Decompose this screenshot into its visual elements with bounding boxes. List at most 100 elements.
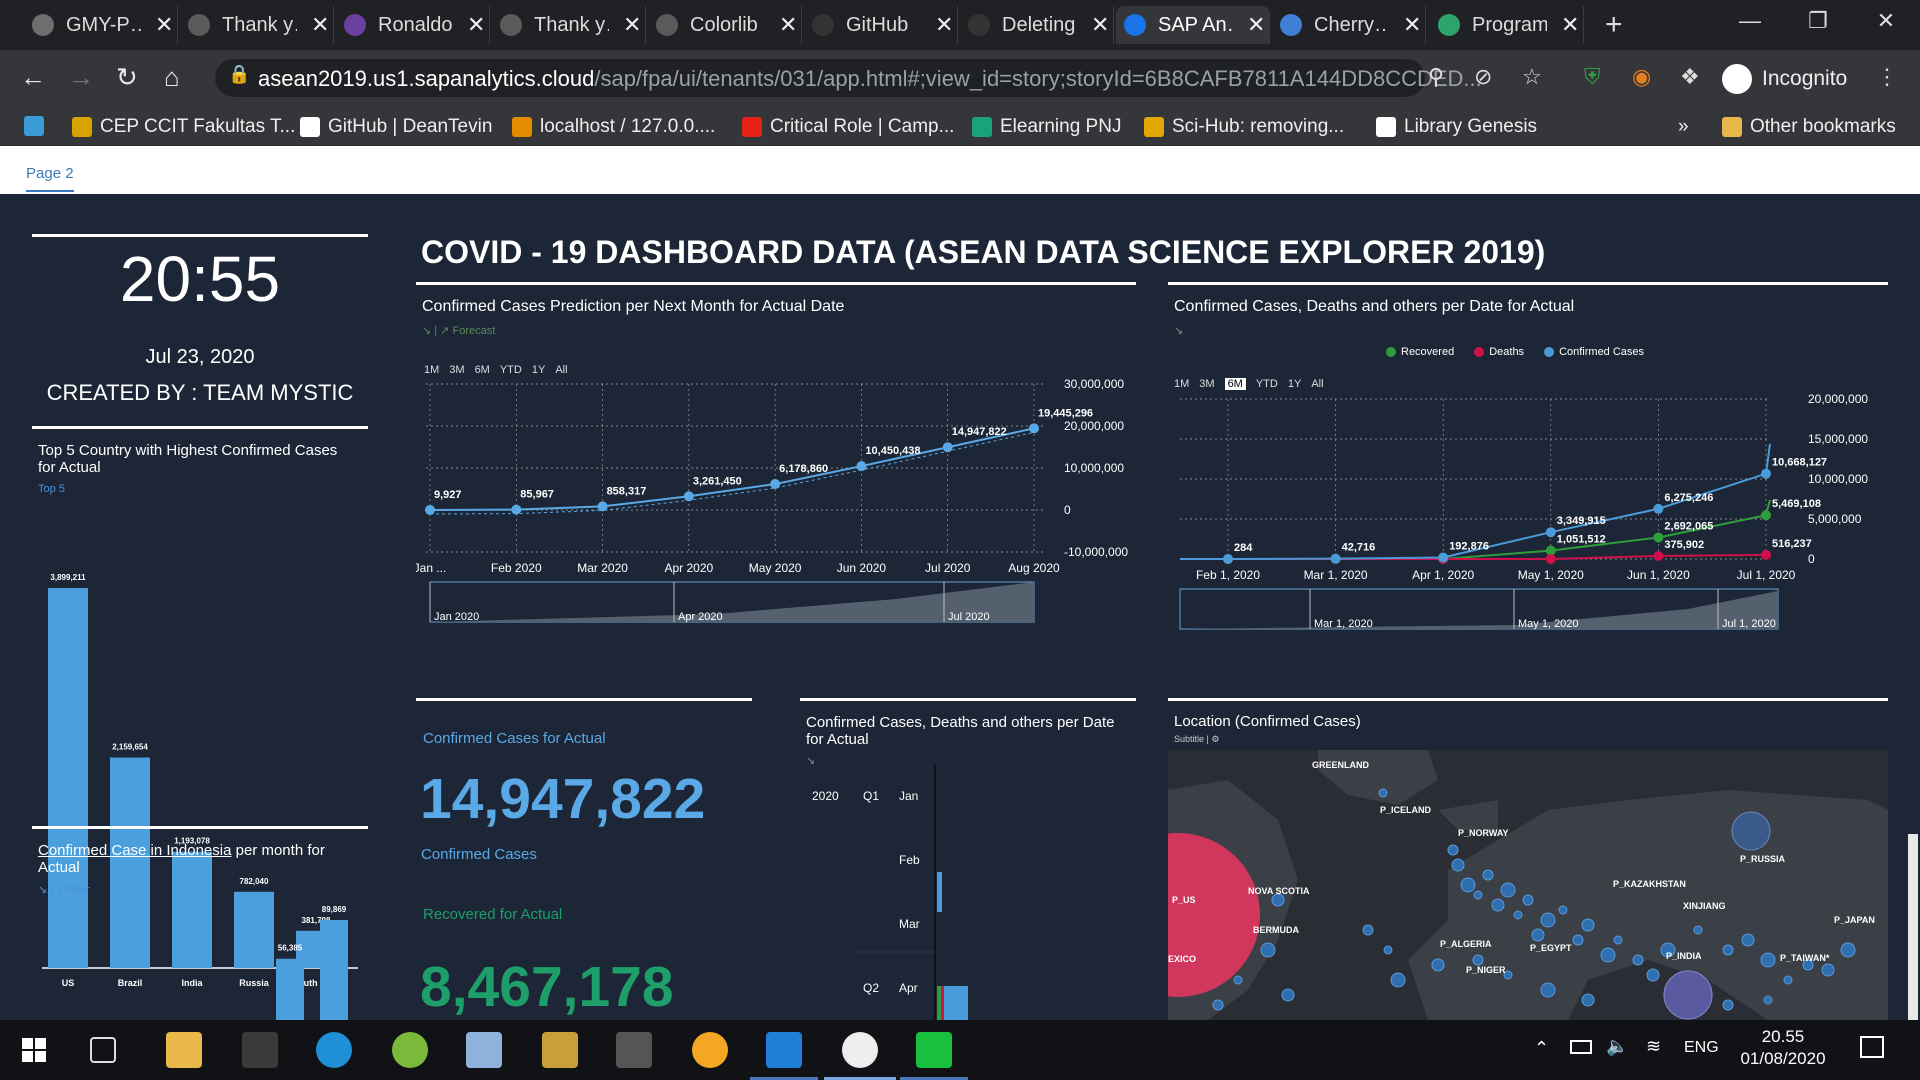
chrome-incognito-icon[interactable] xyxy=(842,1032,878,1068)
browser-tab[interactable]: GMY-P… ✕ xyxy=(24,6,178,44)
restore-button[interactable]: ❐ xyxy=(1788,8,1848,34)
start-icon[interactable] xyxy=(22,1038,46,1062)
app-icon[interactable] xyxy=(242,1032,278,1068)
reload-icon[interactable]: ↻ xyxy=(116,62,138,93)
browser-tab[interactable]: Thank y… ✕ xyxy=(180,6,334,44)
browser-tab[interactable]: Thank y… ✕ xyxy=(492,6,646,44)
bootcamp-icon[interactable] xyxy=(616,1032,652,1068)
small-cdo-title: Confirmed Cases, Deaths and others per D… xyxy=(806,714,1115,748)
tab-close-icon[interactable]: ✕ xyxy=(467,12,485,38)
close-window-button[interactable]: ✕ xyxy=(1856,8,1916,34)
bookmark-item[interactable]: CEP CCIT Fakultas T... xyxy=(72,116,295,138)
tab-favicon-icon xyxy=(1280,14,1302,36)
back-icon[interactable]: ← xyxy=(20,62,46,93)
notification-icon[interactable] xyxy=(1860,1036,1884,1058)
browser-tab[interactable]: Program… ✕ xyxy=(1430,6,1584,44)
edge-icon[interactable] xyxy=(316,1032,352,1068)
other-bookmarks[interactable]: Other bookmarks xyxy=(1722,116,1896,138)
menu-icon[interactable]: ⋮ xyxy=(1876,64,1898,90)
bookmark-icon xyxy=(72,117,92,137)
forward-icon[interactable]: → xyxy=(68,62,94,93)
incognito-indicator[interactable]: Incognito xyxy=(1722,64,1847,94)
tab-close-icon[interactable]: ✕ xyxy=(623,12,641,38)
vscode-icon[interactable] xyxy=(766,1032,802,1068)
lock-icon[interactable]: 🔒 xyxy=(228,64,250,85)
bookmark-label: Library Genesis xyxy=(1404,116,1538,137)
browser-tab[interactable]: GitHub ✕ xyxy=(804,6,958,44)
sims-icon[interactable] xyxy=(392,1032,428,1068)
location-bubble xyxy=(1581,993,1595,1007)
map-label: P_NIGER xyxy=(1466,965,1506,975)
tab-close-icon[interactable]: ✕ xyxy=(155,12,173,38)
battery-icon[interactable] xyxy=(1570,1040,1592,1054)
tab-close-icon[interactable]: ✕ xyxy=(1091,12,1109,38)
location-bubble xyxy=(1460,877,1476,893)
scrollbar-thumb[interactable] xyxy=(1908,834,1918,1020)
y-tick-label: 20,000,000 xyxy=(1064,419,1124,433)
extension-icon[interactable]: ◉ xyxy=(1632,64,1651,90)
tab-close-icon[interactable]: ✕ xyxy=(1403,12,1421,38)
windows-taskbar: ⌃ 🔈 ≋ ENG 20.55 01/08/2020 xyxy=(0,1020,1920,1080)
home-icon[interactable]: ⌂ xyxy=(164,62,180,93)
location-bubble xyxy=(1513,910,1523,920)
browser-tab[interactable]: Cherry… ✕ xyxy=(1272,6,1426,44)
forecast-link[interactable]: ↘ | ↗ Forecast xyxy=(422,324,495,337)
tools-icon[interactable] xyxy=(542,1032,578,1068)
tab-close-icon[interactable]: ✕ xyxy=(935,12,953,38)
taskbar-clock[interactable]: 20.55 01/08/2020 xyxy=(1734,1026,1832,1070)
bookmark-item[interactable]: Elearning PNJ xyxy=(972,116,1121,138)
bookmark-item[interactable]: Critical Role | Camp... xyxy=(742,116,954,138)
shield-icon[interactable]: ⛨ xyxy=(1584,64,1601,90)
minimize-button[interactable]: — xyxy=(1720,8,1780,34)
browser-tab[interactable]: SAP An… ✕ xyxy=(1116,6,1270,44)
tab-favicon-icon xyxy=(812,14,834,36)
apps-icon[interactable] xyxy=(24,116,44,136)
bookmarks-overflow[interactable]: » xyxy=(1678,116,1689,138)
top5-link[interactable]: Top 5 xyxy=(38,483,65,495)
row-month: Mar xyxy=(899,917,920,931)
legend-item[interactable]: Recovered xyxy=(1386,346,1454,358)
wifi-icon[interactable]: ≋ xyxy=(1646,1036,1661,1057)
tab-close-icon[interactable]: ✕ xyxy=(1247,12,1265,38)
line-icon[interactable] xyxy=(916,1032,952,1068)
cdo-filter-icon[interactable]: ↘ xyxy=(1174,324,1183,337)
location-bubble xyxy=(1212,999,1224,1011)
task-view-icon[interactable] xyxy=(90,1037,116,1063)
browser-tab[interactable]: Ronaldo… ✕ xyxy=(336,6,490,44)
scrollbar[interactable] xyxy=(1905,194,1920,1020)
x-tick-label: Apr 1, 2020 xyxy=(1412,568,1474,582)
star-icon[interactable]: ☆ xyxy=(1522,64,1542,90)
new-tab-button[interactable]: + xyxy=(1605,8,1623,42)
browser-tab[interactable]: Deleting… ✕ xyxy=(960,6,1114,44)
tab-page-2[interactable]: Page 2 xyxy=(26,165,74,192)
location-bubble-map[interactable]: GREENLAND P_ICELAND P_NORWAY P_RUSSIA NOVA S… xyxy=(1168,750,1888,1020)
y-tick-label: 0 xyxy=(1808,552,1815,566)
tab-close-icon[interactable]: ✕ xyxy=(311,12,329,38)
data-label: 6,178,860 xyxy=(779,463,828,475)
location-bubble xyxy=(1572,934,1584,946)
legend-item[interactable]: Confirmed Cases xyxy=(1544,346,1644,358)
bookmark-item[interactable]: GitHub | DeanTevin xyxy=(300,116,492,138)
volume-icon[interactable]: 🔈 xyxy=(1606,1036,1628,1057)
tab-close-icon[interactable]: ✕ xyxy=(1561,12,1579,38)
zoom-icon[interactable]: ⚲ xyxy=(1428,64,1444,90)
tab-close-icon[interactable]: ✕ xyxy=(779,12,797,38)
virtualbox-icon[interactable] xyxy=(466,1032,502,1068)
legend-item[interactable]: Deaths xyxy=(1474,346,1524,358)
bookmark-item[interactable]: localhost / 127.0.0.... xyxy=(512,116,715,138)
tab-title: GMY-P… xyxy=(66,13,141,36)
puzzle-icon[interactable]: ❖ xyxy=(1680,64,1700,90)
file-explorer-icon[interactable] xyxy=(166,1032,202,1068)
eye-off-icon[interactable]: ⊘ xyxy=(1474,64,1492,90)
row-month: Apr xyxy=(899,981,918,995)
location-bubble xyxy=(1540,982,1556,998)
language-indicator[interactable]: ENG xyxy=(1684,1039,1719,1057)
location-bubble xyxy=(1260,942,1276,958)
chrome-canary-icon[interactable] xyxy=(692,1032,728,1068)
chevron-up-icon[interactable]: ⌃ xyxy=(1534,1038,1549,1059)
url-text[interactable]: asean2019.us1.sapanalytics.cloud/sap/fpa… xyxy=(258,66,1482,92)
bookmark-item[interactable]: Library Genesis xyxy=(1376,116,1537,138)
bookmark-item[interactable]: Sci-Hub: removing... xyxy=(1144,116,1344,138)
browser-tab[interactable]: Colorlib ✕ xyxy=(648,6,802,44)
map-label: XINJIANG xyxy=(1683,901,1726,911)
